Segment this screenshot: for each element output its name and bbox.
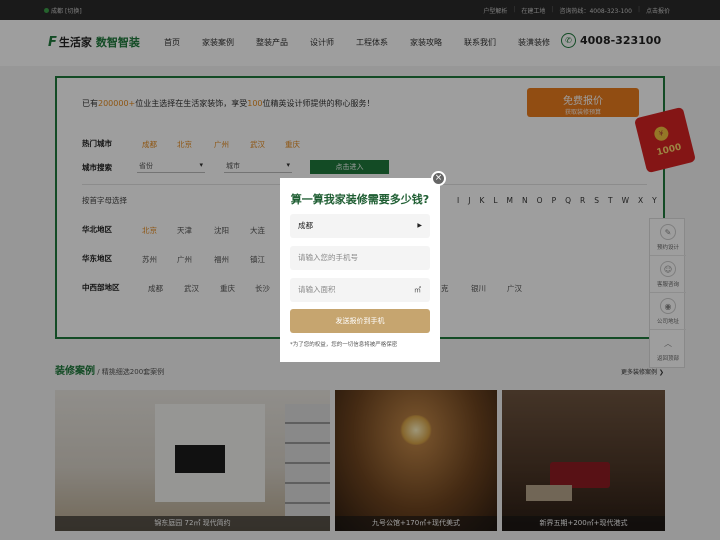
close-icon[interactable]: × bbox=[431, 171, 446, 186]
city-dropdown-value: 成都 bbox=[298, 221, 313, 230]
phone-input[interactable]: 请输入您的手机号 bbox=[290, 246, 430, 270]
modal-title: 算一算我家装修需要多少钱? bbox=[290, 193, 430, 206]
caret-right-icon: ▶ bbox=[417, 222, 422, 229]
area-placeholder: 请输入面积 bbox=[298, 285, 336, 294]
quote-calculator-modal: 算一算我家装修需要多少钱? 成都 ▶ 请输入您的手机号 请输入面积 ㎡ 发送报价… bbox=[280, 178, 440, 362]
city-dropdown[interactable]: 成都 ▶ bbox=[290, 214, 430, 238]
area-input[interactable]: 请输入面积 ㎡ bbox=[290, 278, 430, 302]
area-unit: ㎡ bbox=[414, 286, 421, 294]
send-quote-button[interactable]: 发送报价到手机 bbox=[290, 309, 430, 333]
privacy-note: *为了您的权益，您的一切信息将被严格保密 bbox=[290, 342, 398, 348]
